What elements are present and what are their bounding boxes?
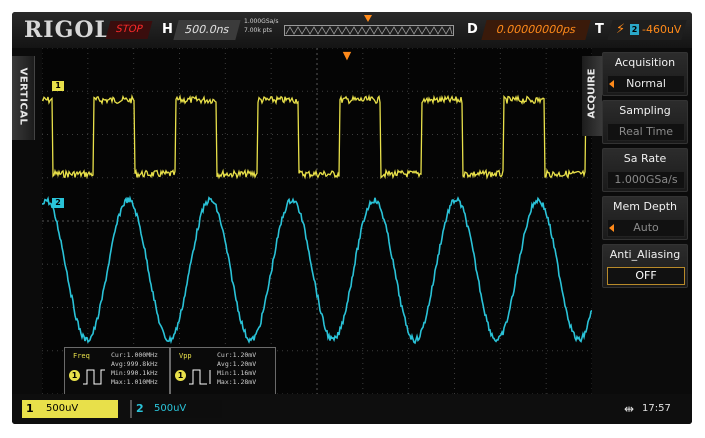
measurement-min: Min:1.16mV (217, 369, 257, 377)
delay-label: D (467, 22, 478, 37)
menu-mem-depth[interactable]: Mem Depth Auto (602, 196, 688, 240)
select-arrow-icon (609, 80, 614, 88)
usb-icon: ⇹ (624, 402, 635, 416)
channel-2-scale: 500uV (154, 403, 187, 414)
memory-overview-bar (284, 25, 454, 36)
anti-aliasing-title: Anti_Aliasing (609, 248, 681, 261)
measurement-freq[interactable]: Freq 1 Cur:1.000MHz Avg:999.8kHz Min:990… (64, 347, 170, 395)
vpp-measure-icon (189, 369, 211, 385)
sample-rate-readout: 1.000GSa/s (244, 18, 279, 25)
scope-display: RIGOL STOP H 500.0ns 1.000GSa/s 7.00k pt… (12, 12, 692, 424)
brand-logo: RIGOL (24, 17, 111, 43)
trigger-position-icon (364, 15, 372, 22)
menu-sampling[interactable]: Sampling Real Time (602, 100, 688, 144)
measurement-cur: Cur:1.000MHz (111, 351, 158, 359)
channel-1-scale: 500uV (46, 403, 79, 414)
measurement-cur: Cur:1.20mV (217, 351, 257, 359)
timebase-value[interactable]: 500.0ns (173, 20, 241, 40)
measurement-avg: Avg:1.20mV (217, 360, 257, 368)
mem-depth-value: Auto (607, 219, 685, 237)
overview-waveform (285, 25, 453, 35)
acquisition-value: Normal (607, 75, 685, 93)
acquire-menu: Acquisition Normal Sampling Real Time Sa… (602, 52, 688, 398)
run-stop-status[interactable]: STOP (105, 21, 153, 39)
delay-value[interactable]: 0.00000000ps (481, 20, 591, 40)
measurement-min: Min:990.1kHz (111, 369, 158, 377)
menu-acquisition[interactable]: Acquisition Normal (602, 52, 688, 96)
waveform-grid-area[interactable] (42, 48, 592, 394)
channel-2-tab[interactable]: 2 500uV (130, 400, 222, 418)
measurement-vpp[interactable]: Vpp 1 Cur:1.20mV Avg:1.20mV Min:1.16mV M… (170, 347, 276, 395)
channel-2-number: 2 (136, 402, 144, 415)
memory-depth-readout: 7.00k pts (244, 27, 273, 34)
acquire-tab-label: ACQUIRE (586, 68, 598, 119)
measurement-source-badge: 1 (175, 370, 186, 381)
sa-rate-title: Sa Rate (623, 152, 667, 165)
measurement-avg: Avg:999.8kHz (111, 360, 158, 368)
trigger-level-value[interactable]: -460uV (642, 20, 681, 40)
vertical-tab[interactable]: VERTICAL (12, 56, 35, 140)
acquire-tab[interactable]: ACQUIRE (582, 56, 602, 136)
mem-depth-title: Mem Depth (613, 200, 677, 213)
sampling-title: Sampling (619, 104, 671, 117)
trigger-time-marker-icon[interactable]: ▼ (342, 49, 352, 63)
bottom-status-bar: 1 500uV 2 500uV ⇹ 17:57 (12, 394, 692, 424)
select-arrow-icon (609, 224, 614, 232)
oscilloscope-screenshot: RIGOL STOP H 500.0ns 1.000GSa/s 7.00k pt… (0, 0, 705, 438)
anti-aliasing-value: OFF (607, 267, 685, 285)
waveform-grid (42, 48, 592, 394)
rising-edge-icon: ⚡ (616, 22, 626, 37)
top-status-bar: RIGOL STOP H 500.0ns 1.000GSa/s 7.00k pt… (12, 12, 692, 48)
measurement-name: Vpp (179, 352, 192, 360)
menu-anti-aliasing[interactable]: Anti_Aliasing OFF (602, 244, 688, 288)
graticule (42, 48, 592, 394)
sampling-value: Real Time (607, 123, 685, 141)
clock-time: 17:57 (642, 403, 671, 414)
freq-measure-icon (83, 369, 105, 385)
measurement-name: Freq (73, 352, 90, 360)
measurement-max: Max:1.010MHz (111, 378, 158, 386)
sa-rate-value: 1.000GSa/s (607, 171, 685, 189)
trigger-source-icon: 2 (630, 24, 639, 35)
menu-sa-rate[interactable]: Sa Rate 1.000GSa/s (602, 148, 688, 192)
measurement-source-badge: 1 (69, 370, 80, 381)
channel-1-number: 1 (26, 402, 34, 415)
vertical-tab-label: VERTICAL (17, 67, 29, 126)
channel-1-tab[interactable]: 1 500uV (22, 400, 118, 418)
acquisition-title: Acquisition (614, 56, 676, 69)
channel-2-marker[interactable]: 2 (52, 198, 64, 208)
measurement-max: Max:1.28mV (217, 378, 257, 386)
trigger-label: T (595, 22, 604, 37)
channel-1-marker[interactable]: 1 (52, 81, 64, 91)
